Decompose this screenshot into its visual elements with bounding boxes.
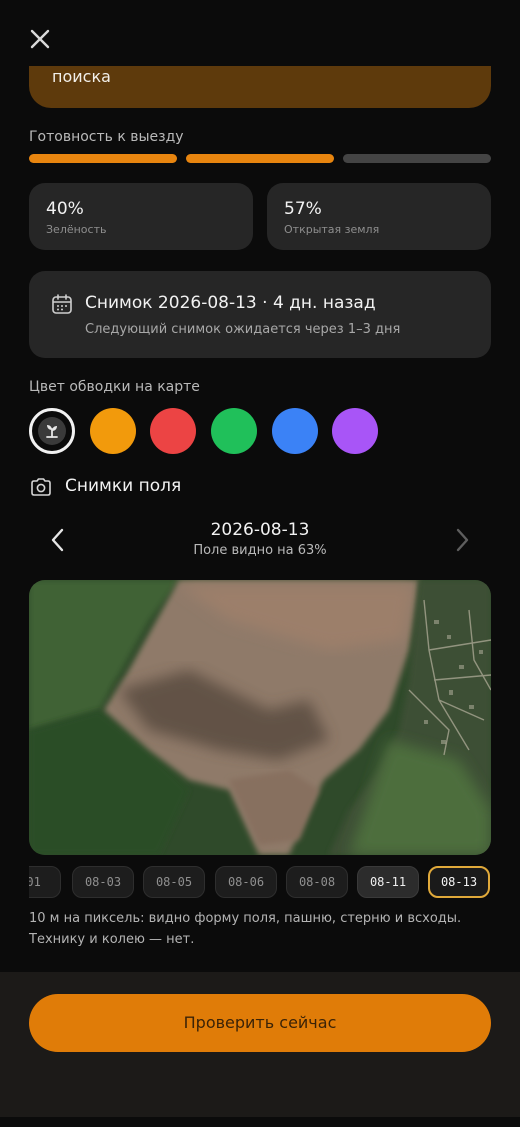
date-chip[interactable]: -01	[29, 866, 61, 898]
swatch-red[interactable]	[150, 408, 196, 454]
readiness-segment-3	[343, 154, 491, 163]
readiness-label: Готовность к выезду	[29, 129, 184, 145]
date-chip[interactable]: 08-05	[143, 866, 205, 898]
resolution-note: 10 м на пиксель: видно форму поля, пашню…	[29, 911, 462, 947]
swatch-orange[interactable]	[90, 408, 136, 454]
satellite-image[interactable]	[29, 580, 491, 855]
camera-icon	[31, 478, 51, 496]
greenness-card: 40% Зелёность	[29, 183, 253, 250]
close-icon	[30, 29, 50, 49]
field-photos-title: Снимки поля	[65, 476, 182, 496]
outline-color-label: Цвет обводки на карте	[29, 379, 200, 395]
date-chip[interactable]: 08-11	[357, 866, 419, 898]
swatch-green[interactable]	[211, 408, 257, 454]
swatch-default[interactable]	[29, 408, 75, 454]
open-ground-value: 57%	[284, 199, 322, 219]
readiness-segment-1	[29, 154, 177, 163]
swatch-blue[interactable]	[272, 408, 318, 454]
snapshot-card: Снимок 2026-08-13 · 4 дн. назад Следующи…	[29, 271, 491, 358]
date-chip-selected[interactable]: 08-13	[428, 866, 490, 898]
bottom-bar: Проверить сейчас	[0, 972, 520, 1117]
close-button[interactable]	[26, 25, 54, 53]
snapshot-title: Снимок 2026-08-13 · 4 дн. назад	[85, 293, 376, 313]
photo-date-strip[interactable]: -01 08-03 08-05 08-06 08-08 08-11 08-13	[29, 866, 491, 898]
banner-text: поиска	[52, 67, 111, 86]
date-chip[interactable]: 08-03	[72, 866, 134, 898]
snapshot-subtitle: Следующий снимок ожидается через 1–3 дня	[85, 322, 401, 337]
check-now-button[interactable]: Проверить сейчас	[29, 994, 491, 1052]
open-ground-card: 57% Открытая земля	[267, 183, 491, 250]
photo-date: 2026-08-13	[210, 520, 310, 540]
open-ground-label: Открытая земля	[284, 223, 380, 236]
greenness-value: 40%	[46, 199, 84, 219]
greenness-label: Зелёность	[46, 223, 107, 236]
date-chip[interactable]: 08-08	[286, 866, 348, 898]
date-chip[interactable]: 08-06	[215, 866, 277, 898]
field-visibility: Поле видно на 63%	[193, 543, 327, 558]
readiness-segment-2	[186, 154, 334, 163]
search-banner: поиска	[29, 66, 491, 108]
chevron-right-icon	[456, 528, 469, 552]
sprout-icon	[46, 425, 58, 438]
next-photo-button[interactable]	[452, 525, 472, 555]
swatch-purple[interactable]	[332, 408, 378, 454]
calendar-icon	[52, 294, 72, 314]
